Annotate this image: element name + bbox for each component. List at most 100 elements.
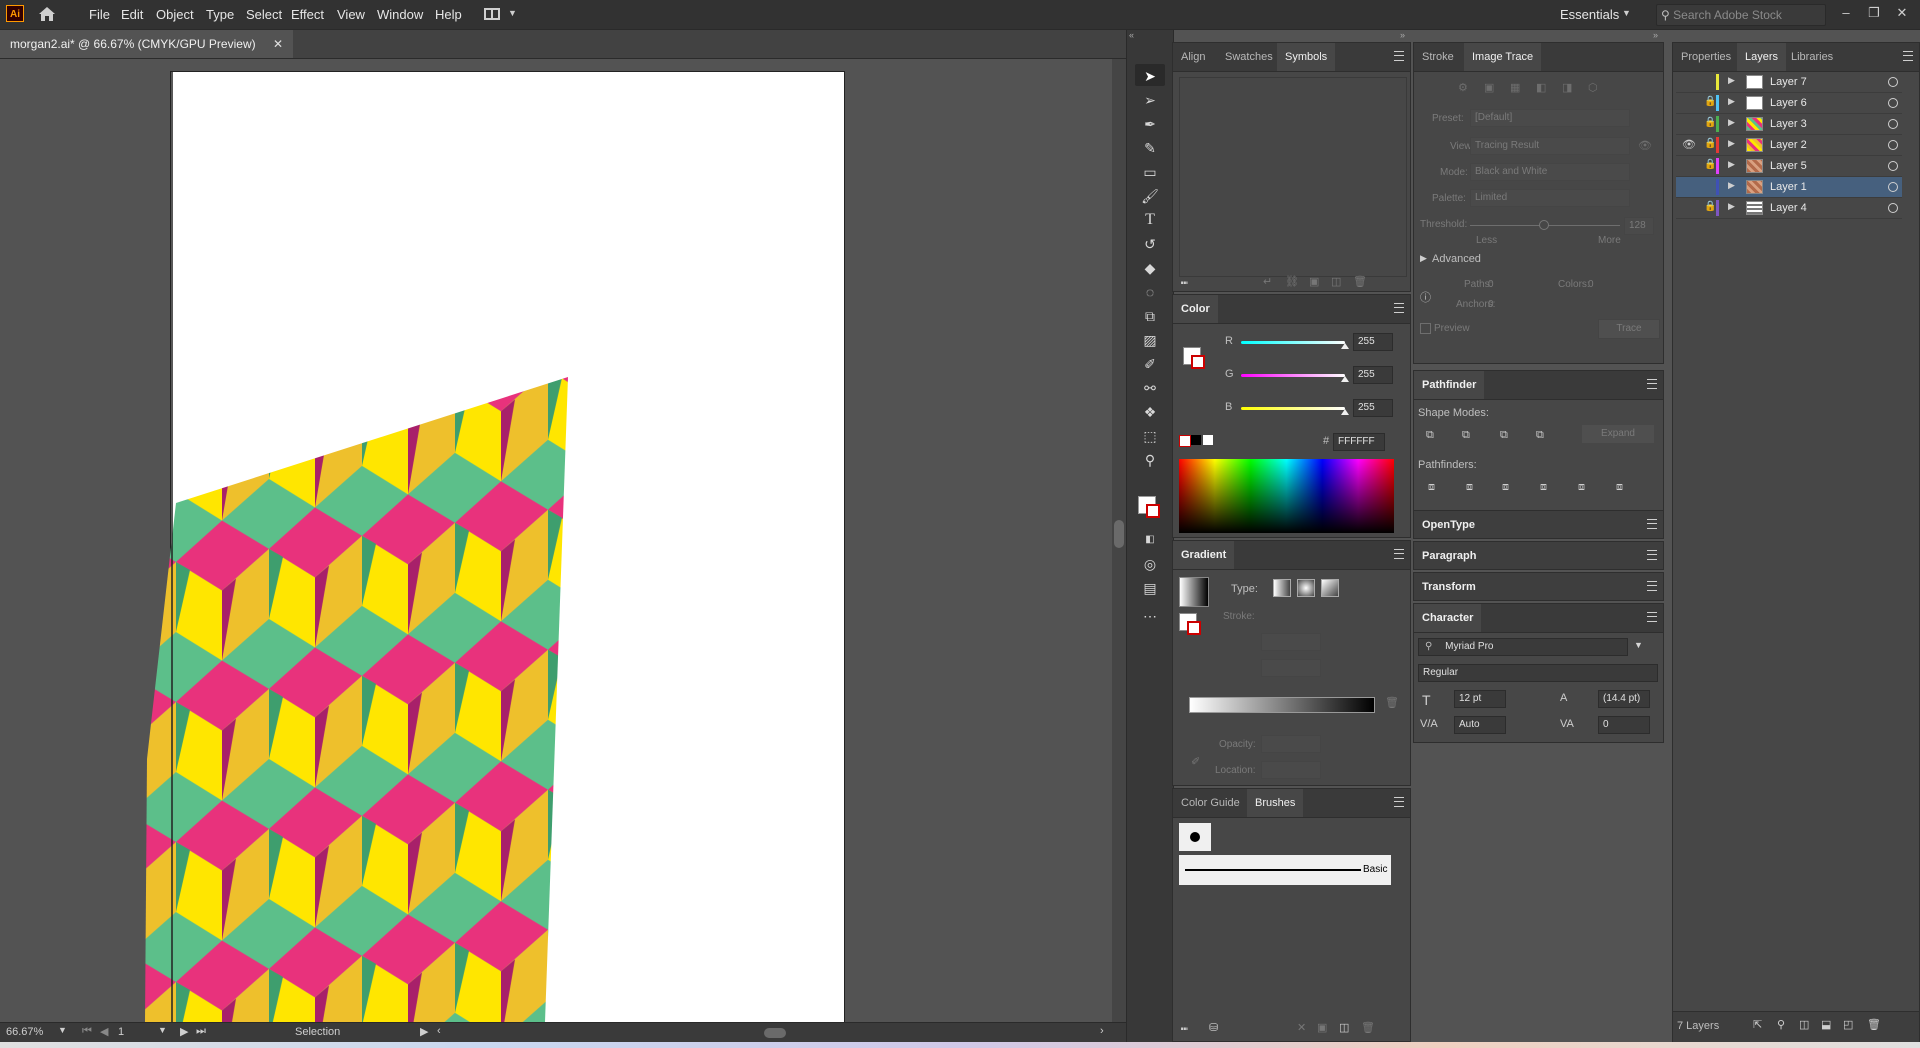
threshold-knob[interactable] — [1539, 220, 1549, 230]
outline-icon[interactable]: ⧈ — [1578, 481, 1585, 494]
tab-stroke[interactable]: Stroke — [1414, 43, 1462, 71]
layer-row[interactable]: 👁 🔒 ▶ Layer 2 — [1676, 135, 1902, 156]
artboard-number[interactable]: 1 — [118, 1026, 124, 1038]
brush-libraries-icon[interactable]: ⑉ — [1181, 1021, 1188, 1033]
tab-properties[interactable]: Properties — [1673, 43, 1739, 71]
lock-icon[interactable]: 🔒 — [1704, 117, 1716, 128]
restore-icon[interactable]: ❐ — [1863, 3, 1885, 23]
tab-brushes[interactable]: Brushes — [1247, 789, 1304, 817]
stroke-color-swatch[interactable] — [1191, 355, 1205, 369]
expand-button[interactable]: Expand — [1582, 425, 1654, 443]
target-icon[interactable] — [1888, 161, 1898, 171]
color-mode-icon[interactable]: ◧ — [1140, 530, 1160, 550]
panel-menu-icon[interactable] — [1903, 51, 1913, 61]
chevron-right-icon[interactable]: ▶ — [1420, 253, 1427, 264]
chevron-down-icon[interactable]: ▼ — [508, 8, 517, 18]
none-swatch[interactable] — [1179, 435, 1191, 447]
eye-icon[interactable]: 👁 — [1682, 138, 1696, 151]
chevron-right-icon[interactable]: ▶ — [1728, 159, 1735, 170]
panel-menu-icon[interactable] — [1647, 612, 1657, 622]
color-title[interactable]: Color — [1173, 295, 1218, 323]
chevron-down-icon[interactable]: ▼ — [1634, 640, 1643, 650]
tab-image-trace[interactable]: Image Trace — [1464, 43, 1542, 71]
document-tab[interactable]: morgan2.ai* @ 66.67% (CMYK/GPU Preview) … — [0, 30, 294, 58]
new-layer-icon[interactable]: ◰ — [1843, 1018, 1853, 1031]
target-icon[interactable] — [1888, 140, 1898, 150]
mode-select[interactable]: Black and White — [1470, 163, 1630, 181]
crop-icon[interactable]: ⧈ — [1540, 481, 1547, 494]
radial-gradient-button[interactable] — [1297, 579, 1315, 597]
layer-name[interactable]: Layer 5 — [1770, 156, 1807, 176]
hscroll-thumb[interactable] — [764, 1028, 786, 1038]
delete-stop-icon[interactable]: 🗑 — [1385, 696, 1399, 709]
tab-swatches[interactable]: Swatches — [1217, 43, 1281, 71]
unite-icon[interactable]: ⧉ — [1426, 429, 1434, 442]
gradient-slider[interactable] — [1189, 697, 1375, 713]
lock-icon[interactable]: 🔒 — [1704, 201, 1716, 212]
lasso-tool-icon[interactable]: ◌ — [1140, 282, 1160, 302]
scroll-left-icon[interactable]: ‹ — [437, 1025, 441, 1037]
layer-row[interactable]: 🔒 ▶ Layer 6 — [1676, 93, 1902, 114]
delete-layer-icon[interactable]: 🗑 — [1867, 1018, 1881, 1031]
leading-input[interactable]: (14.4 pt) — [1598, 690, 1650, 708]
symbol-sprayer-tool-icon[interactable]: ❖ — [1140, 402, 1160, 422]
collapse-icon[interactable]: « — [1129, 30, 1134, 40]
scroll-right-icon[interactable]: › — [1100, 1025, 1104, 1037]
g-input[interactable]: 255 — [1353, 366, 1393, 384]
layer-row[interactable]: ▶ Layer 7 — [1676, 72, 1902, 93]
palette-select[interactable]: Limited — [1470, 189, 1630, 207]
tracking-input[interactable]: 0 — [1598, 716, 1650, 734]
layer-row[interactable]: 🔒 ▶ Layer 4 — [1676, 198, 1902, 219]
artwork-pattern[interactable] — [0, 59, 1112, 1022]
chevron-down-icon[interactable]: ▼ — [58, 1025, 67, 1035]
eyedropper-tool-icon[interactable]: ✐ — [1140, 354, 1160, 374]
tab-libraries[interactable]: Libraries — [1783, 43, 1841, 71]
scroll-thumb[interactable] — [1114, 520, 1124, 548]
hex-input[interactable]: FFFFFF — [1333, 433, 1385, 451]
prev-artboard-icon[interactable]: ◀ — [100, 1025, 108, 1038]
b-slider-knob[interactable] — [1341, 409, 1349, 415]
g-slider-knob[interactable] — [1341, 376, 1349, 382]
panel-menu-icon[interactable] — [1647, 581, 1657, 591]
layer-name[interactable]: Layer 3 — [1770, 114, 1807, 134]
menu-type[interactable]: Type — [206, 0, 234, 29]
tab-layers[interactable]: Layers — [1737, 43, 1787, 71]
threshold-input[interactable]: 128 — [1624, 217, 1654, 235]
eyedropper-icon[interactable]: ✐ — [1191, 755, 1200, 768]
freeform-gradient-button[interactable] — [1321, 579, 1339, 597]
tab-color-guide[interactable]: Color Guide — [1173, 789, 1248, 817]
chevron-right-icon[interactable]: ▶ — [1728, 96, 1735, 107]
lock-icon[interactable]: 🔒 — [1704, 138, 1716, 149]
preset-select[interactable]: [Default] — [1470, 109, 1630, 127]
menu-help[interactable]: Help — [435, 0, 462, 29]
lock-icon[interactable]: 🔒 — [1704, 96, 1716, 107]
font-style-select[interactable]: Regular — [1418, 664, 1658, 682]
font-size-input[interactable]: 12 pt — [1454, 690, 1506, 708]
b-slider[interactable] — [1241, 407, 1345, 410]
rectangle-tool-icon[interactable]: ▭ — [1140, 162, 1160, 182]
canvas-area[interactable] — [0, 59, 1112, 1022]
stroke-swatch[interactable] — [1146, 504, 1160, 518]
direct-selection-tool-icon[interactable]: ➢ — [1140, 90, 1160, 110]
intersect-icon[interactable]: ⧉ — [1500, 429, 1508, 442]
symbol-libraries-icon[interactable]: ⑉ — [1181, 275, 1188, 287]
minimize-icon[interactable]: – — [1835, 3, 1857, 23]
b-input[interactable]: 255 — [1353, 399, 1393, 417]
target-icon[interactable] — [1888, 182, 1898, 192]
chevron-down-icon[interactable]: ▼ — [1622, 8, 1631, 18]
zoom-tool-icon[interactable]: ⚲ — [1140, 450, 1160, 470]
panel-menu-icon[interactable] — [1647, 379, 1657, 389]
panel-menu-icon[interactable] — [1394, 549, 1404, 559]
tab-align[interactable]: Align — [1173, 43, 1213, 71]
libraries-panel-icon[interactable]: ⛁ — [1209, 1021, 1218, 1034]
opacity-input[interactable] — [1261, 735, 1321, 753]
white-swatch[interactable] — [1203, 435, 1213, 445]
chevron-right-icon[interactable]: ▶ — [1728, 75, 1735, 86]
blend-tool-icon[interactable]: ⚯ — [1140, 378, 1160, 398]
screen-mode-icon[interactable]: ▤ — [1140, 578, 1160, 598]
chevron-down-icon[interactable]: ▼ — [158, 1025, 167, 1035]
panel-menu-icon[interactable] — [1394, 797, 1404, 807]
trim-icon[interactable]: ⧈ — [1466, 481, 1473, 494]
brush-dot[interactable] — [1179, 823, 1211, 851]
character-title[interactable]: Character — [1414, 604, 1482, 632]
